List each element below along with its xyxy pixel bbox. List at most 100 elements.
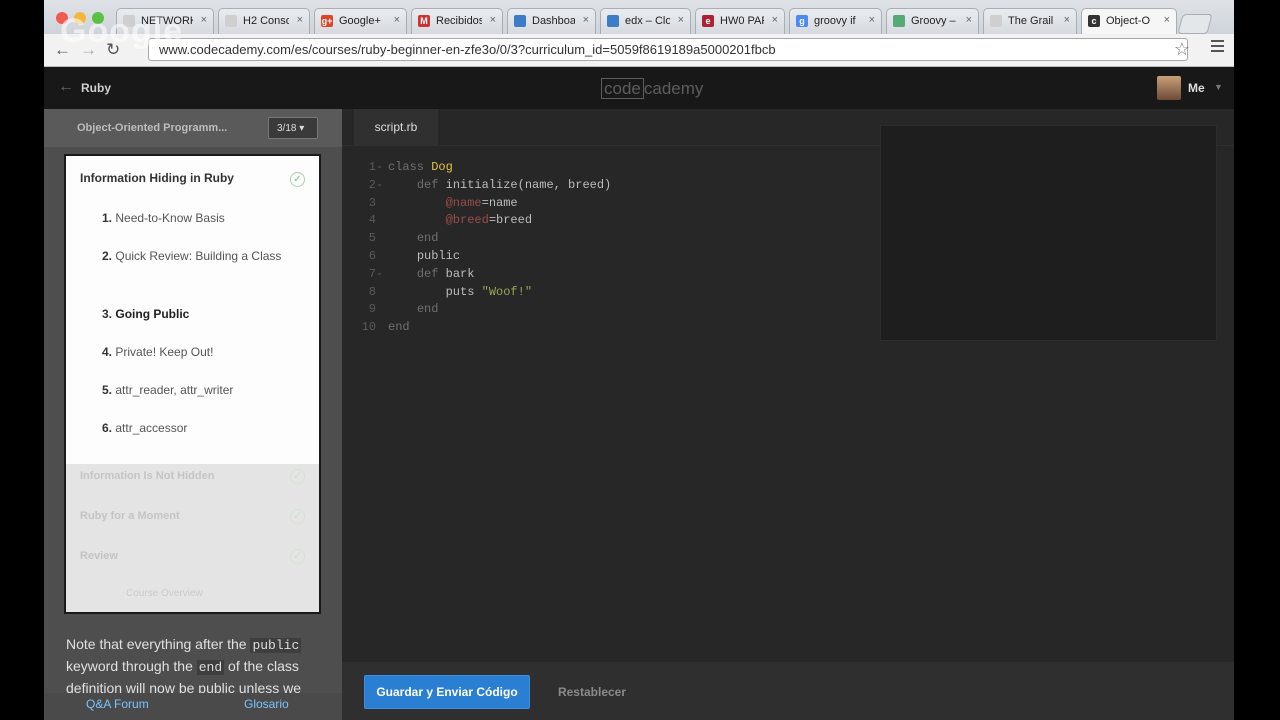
chevron-down-icon: ▾ bbox=[299, 123, 305, 134]
check-icon: ✓ bbox=[290, 469, 305, 484]
unit-name: Object-Oriented Programm... bbox=[77, 122, 228, 134]
code-token: Dog bbox=[431, 160, 453, 174]
code-line: 4 @breed=breed bbox=[342, 212, 611, 230]
line-number: 5 bbox=[368, 231, 376, 246]
address-bar-row: ← → ↻ www.codecademy.com/es/courses/ruby… bbox=[44, 34, 1234, 67]
code-token: @name bbox=[445, 195, 482, 210]
close-tab-icon[interactable]: × bbox=[1164, 14, 1170, 26]
browser-tab[interactable]: The Grail × bbox=[983, 8, 1077, 34]
inline-code: end bbox=[196, 660, 225, 675]
url-input[interactable]: www.codecademy.com/es/courses/ruby-begin… bbox=[148, 38, 1188, 61]
fold-marker[interactable]: - bbox=[376, 266, 386, 284]
action-bar: Guardar y Enviar Código Restablecer bbox=[342, 662, 1234, 720]
favicon-icon: c bbox=[1088, 15, 1100, 27]
unit-bar: Object-Oriented Programm... 3/18 ▾ bbox=[44, 109, 342, 147]
topic-number: 2. bbox=[102, 249, 113, 263]
browser-tab[interactable]: H2 Conso × bbox=[218, 8, 310, 34]
browser-tab[interactable]: M Recibidos × bbox=[411, 8, 503, 34]
line-number: 3 bbox=[368, 195, 376, 210]
code-line: 10 end bbox=[342, 319, 611, 337]
close-tab-icon[interactable]: × bbox=[490, 14, 496, 26]
close-tab-icon[interactable]: × bbox=[772, 14, 778, 26]
browser-tab[interactable]: c Object-O × bbox=[1081, 8, 1177, 35]
save-submit-button[interactable]: Guardar y Enviar Código bbox=[364, 675, 530, 709]
code-token: class bbox=[388, 160, 432, 174]
favicon-icon bbox=[990, 15, 1002, 27]
new-tab-button[interactable] bbox=[1177, 14, 1213, 34]
code-token: def bbox=[416, 266, 446, 281]
course-title[interactable]: Ruby bbox=[81, 81, 111, 95]
topic-item[interactable]: 2. Quick Review: Building a Class bbox=[102, 246, 292, 267]
close-tab-icon[interactable]: × bbox=[966, 14, 972, 26]
other-section-title[interactable]: Ruby for a Moment bbox=[80, 510, 180, 522]
topic-number: 5. bbox=[102, 383, 113, 397]
topic-item[interactable]: 5. attr_reader, attr_writer bbox=[102, 380, 292, 401]
topic-item[interactable]: 4. Private! Keep Out! bbox=[102, 342, 292, 363]
line-number: 4 bbox=[368, 213, 376, 228]
code-line: 1- class Dog bbox=[342, 159, 611, 177]
tab-label: H2 Conso bbox=[243, 15, 289, 27]
close-tab-icon[interactable]: × bbox=[201, 14, 207, 26]
instructions-part: keyword through the bbox=[66, 658, 193, 674]
tab-label: Recibidos bbox=[436, 15, 482, 27]
close-tab-icon[interactable]: × bbox=[394, 14, 400, 26]
fold-marker[interactable]: - bbox=[376, 177, 386, 195]
close-tab-icon[interactable]: × bbox=[1064, 14, 1070, 26]
glossary-link[interactable]: Glosario bbox=[244, 697, 289, 711]
back-arrow-icon[interactable]: ← bbox=[58, 78, 74, 96]
browser-tab[interactable]: g groovy if × bbox=[789, 8, 882, 34]
avatar[interactable] bbox=[1157, 76, 1181, 100]
check-icon: ✓ bbox=[290, 549, 305, 564]
codecademy-logo[interactable]: code cademy bbox=[601, 78, 704, 99]
output-console bbox=[880, 125, 1217, 341]
browser-tab[interactable]: g+ Google+ × bbox=[314, 8, 407, 34]
logo-rest-text: cademy bbox=[643, 79, 704, 98]
favicon-icon: g bbox=[796, 15, 808, 27]
browser-tab[interactable]: edx – Clo × bbox=[600, 8, 691, 34]
instructions-text: Note that everything after the public ke… bbox=[66, 634, 322, 699]
close-tab-icon[interactable]: × bbox=[869, 14, 875, 26]
topic-number: 1. bbox=[102, 211, 113, 225]
browser-tab[interactable]: e HW0 PAR × bbox=[695, 8, 785, 34]
topic-number: 6. bbox=[102, 421, 113, 435]
favicon-icon bbox=[514, 15, 526, 27]
user-name[interactable]: Me bbox=[1188, 81, 1205, 95]
other-section-title[interactable]: Review bbox=[80, 550, 118, 562]
code-token: "Woof!" bbox=[481, 284, 533, 299]
close-tab-icon[interactable]: × bbox=[678, 14, 684, 26]
close-tab-icon[interactable]: × bbox=[583, 14, 589, 26]
close-tab-icon[interactable]: × bbox=[297, 14, 303, 26]
reset-button[interactable]: Restablecer bbox=[542, 675, 642, 709]
bookmark-star-icon[interactable]: ☆ bbox=[1174, 39, 1190, 60]
code-line: 3 @name=name bbox=[342, 195, 611, 213]
topic-item[interactable]: 3. Going Public bbox=[102, 304, 292, 325]
check-icon: ✓ bbox=[290, 509, 305, 524]
browser-tab[interactable]: Groovy – × bbox=[886, 8, 979, 34]
screen: NETWORK × H2 Conso × g+ Google+ × M Recibidos × Da… bbox=[44, 0, 1234, 720]
favicon-icon bbox=[225, 15, 237, 27]
code-line: 5 end bbox=[342, 230, 611, 248]
topic-title: attr_accessor bbox=[115, 421, 188, 435]
browser-tab[interactable]: Dashboar × bbox=[507, 8, 596, 34]
file-tab[interactable]: script.rb bbox=[354, 109, 438, 145]
app-header: ← Ruby code cademy Me ▼ bbox=[44, 67, 1234, 109]
line-number: 2 bbox=[368, 177, 376, 192]
progress-label: 3/18 bbox=[277, 123, 297, 134]
other-section-title[interactable]: Information Is Not Hidden bbox=[80, 470, 214, 482]
course-overview-link[interactable]: Course Overview bbox=[126, 588, 203, 599]
topic-item[interactable]: 1. Need-to-Know Basis bbox=[102, 208, 292, 229]
fold-marker[interactable]: - bbox=[376, 159, 386, 177]
menu-icon[interactable] bbox=[1211, 40, 1224, 55]
qa-forum-link[interactable]: Q&A Forum bbox=[86, 697, 149, 711]
section-title[interactable]: Information Hiding in Ruby bbox=[80, 171, 234, 185]
lesson-panel: Object-Oriented Programm... 3/18 ▾ Infor… bbox=[44, 109, 342, 720]
line-number: 9 bbox=[368, 302, 376, 317]
chevron-down-icon[interactable]: ▼ bbox=[1214, 82, 1223, 92]
code-area[interactable]: 1- class Dog 2- def initialize(name, breed… bbox=[342, 159, 612, 337]
progress-dropdown-button[interactable]: 3/18 ▾ bbox=[268, 117, 318, 139]
favicon-icon: g+ bbox=[321, 15, 333, 27]
topic-item[interactable]: 6. attr_accessor bbox=[102, 418, 292, 439]
